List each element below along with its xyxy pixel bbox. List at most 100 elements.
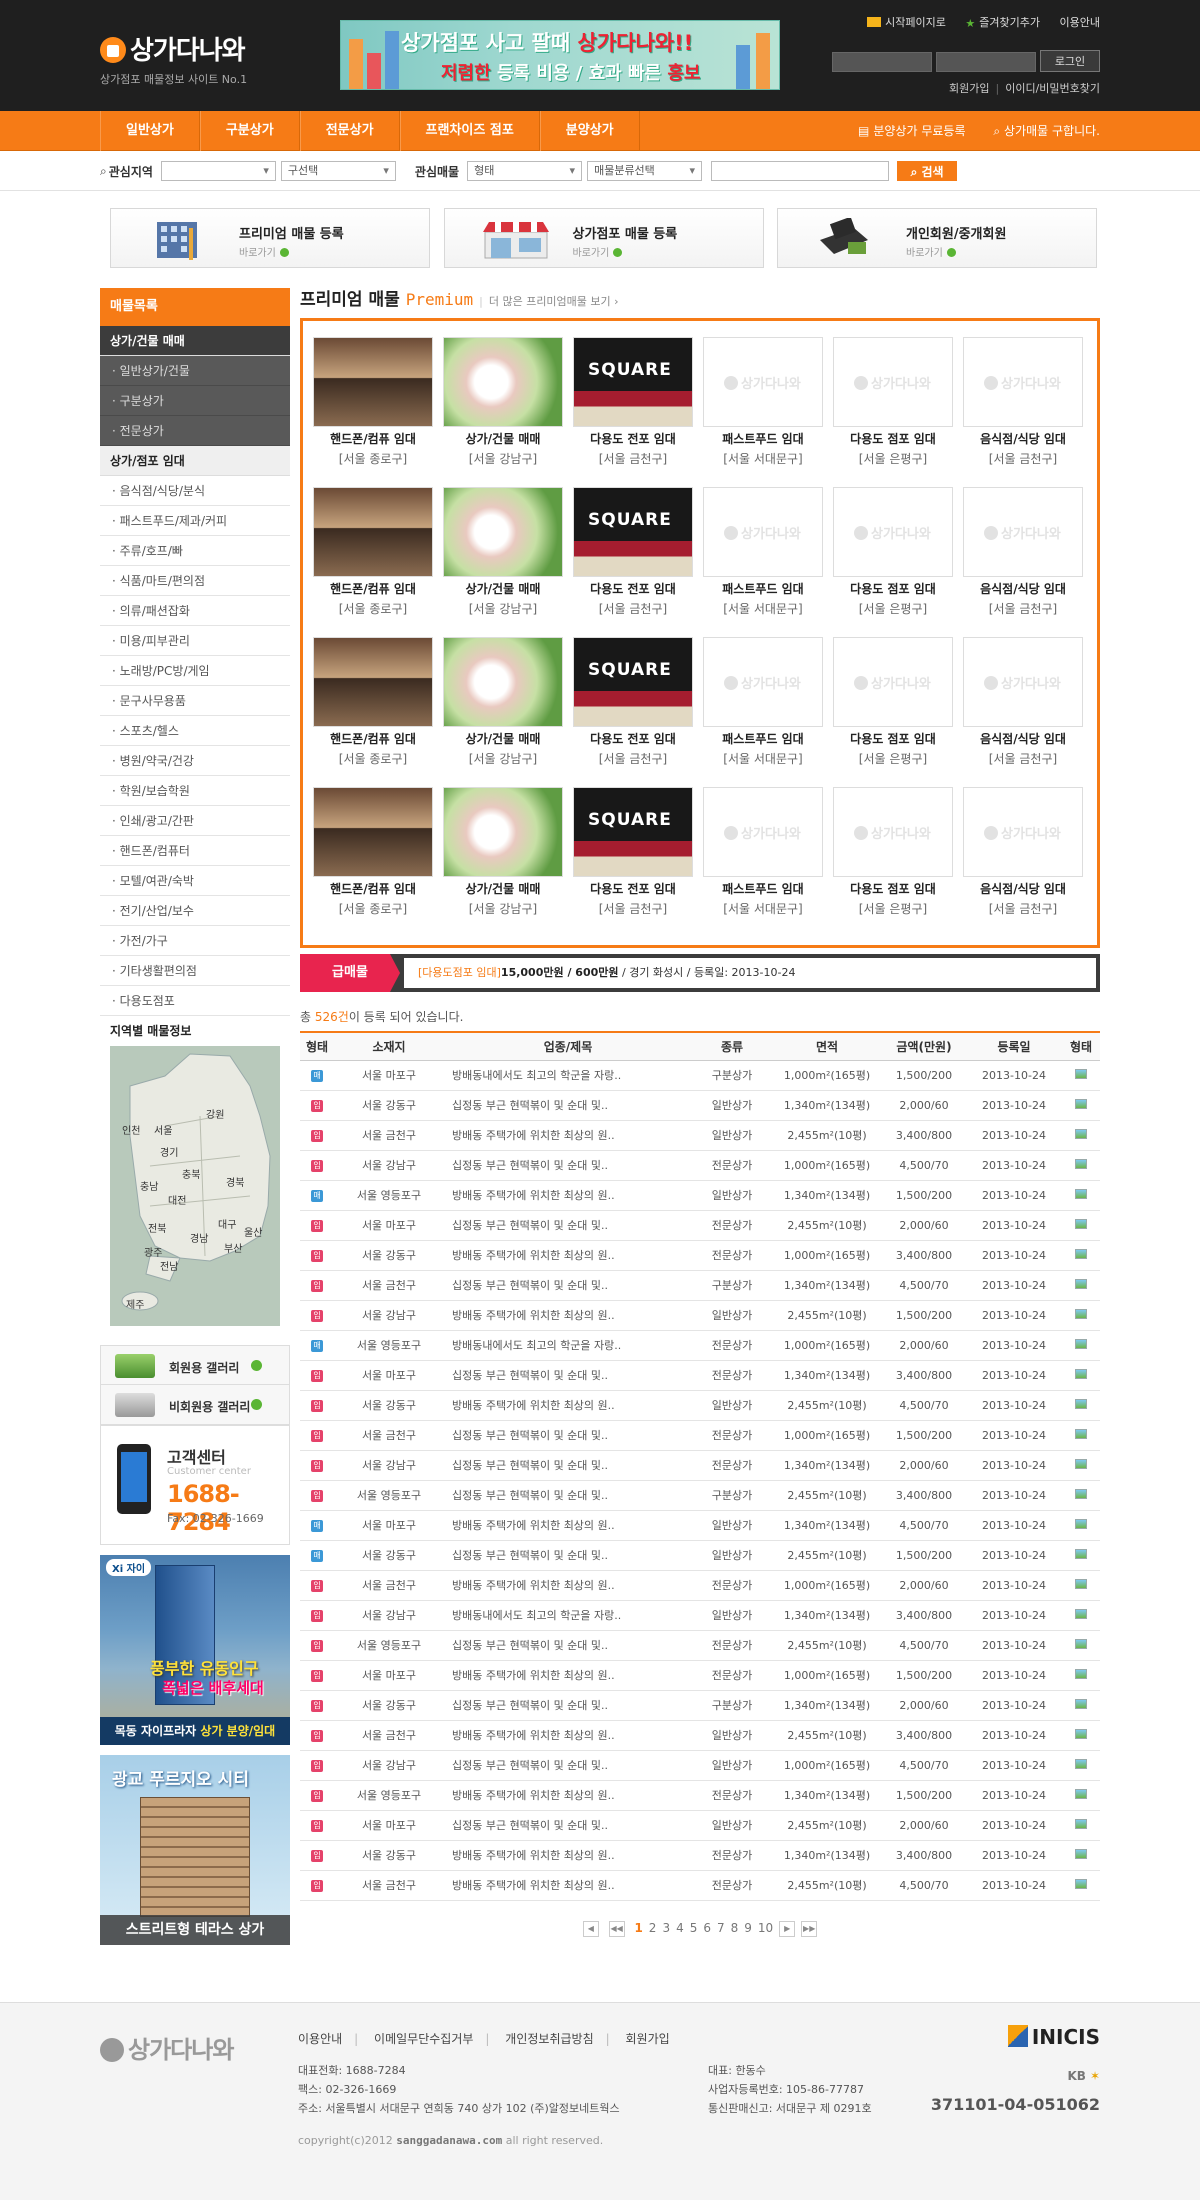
region-label[interactable]: 광주: [144, 1244, 162, 1259]
photo-icon[interactable]: [1075, 1488, 1087, 1499]
login-id-input[interactable]: [832, 52, 932, 72]
category-item[interactable]: · 주류/호프/빠: [100, 536, 290, 566]
premium-card[interactable]: 상가/건물 매매 [서울 강남구]: [443, 787, 563, 937]
region-label[interactable]: 전남: [160, 1258, 178, 1273]
table-row[interactable]: 임 서울 강남구 십정동 부근 현떡볶이 및 순대 및.. 전문상가 1,340m²(1…: [300, 1450, 1100, 1481]
title-cell[interactable]: 십정동 부근 현떡볶이 및 순대 및..: [444, 1270, 692, 1301]
table-row[interactable]: 임 서울 영등포구 방배동 주택가에 위치한 최상의 원.. 전문상가 1,340m²(…: [300, 1780, 1100, 1811]
first-page-button[interactable]: ◀: [582, 1920, 599, 1937]
photo-icon[interactable]: [1075, 1308, 1087, 1319]
photo-icon[interactable]: [1075, 1518, 1087, 1529]
region-label[interactable]: 울산: [244, 1224, 262, 1239]
premium-more-link[interactable]: 더 많은 프리미엄매물 보기 ›: [479, 295, 618, 308]
category-section-rent[interactable]: 상가/점포 임대: [100, 446, 290, 476]
member-gallery-link[interactable]: 회원용 갤러리: [100, 1345, 290, 1385]
category-select[interactable]: 매물분류선택: [587, 161, 703, 181]
photo-icon[interactable]: [1075, 1158, 1087, 1169]
table-row[interactable]: 매 서울 강동구 십정동 부근 현떡볶이 및 순대 및.. 일반상가 2,455m²(1…: [300, 1540, 1100, 1571]
title-cell[interactable]: 방배동 주택가에 위치한 최상의 원..: [444, 1780, 692, 1811]
table-row[interactable]: 임 서울 마포구 방배동 주택가에 위치한 최상의 원.. 전문상가 1,000m²(1…: [300, 1660, 1100, 1691]
guest-gallery-link[interactable]: 비회원용 갤러리: [100, 1385, 290, 1425]
title-cell[interactable]: 방배동내에서도 최고의 학군을 자랑..: [444, 1330, 692, 1361]
region-label[interactable]: 인천: [122, 1122, 140, 1137]
title-cell[interactable]: 십정동 부근 현떡볶이 및 순대 및..: [444, 1150, 692, 1181]
photo-icon[interactable]: [1075, 1548, 1087, 1559]
photo-icon[interactable]: [1075, 1098, 1087, 1109]
login-password-input[interactable]: [936, 52, 1036, 72]
region-label[interactable]: 충남: [140, 1178, 158, 1193]
table-row[interactable]: 임 서울 강동구 십정동 부근 현떡볶이 및 순대 및.. 구분상가 1,340m²(1…: [300, 1690, 1100, 1721]
member-box[interactable]: 개인회원/중개회원 바로가기: [777, 208, 1097, 268]
find-id-link[interactable]: 이이디/비밀번호찾기: [1005, 82, 1100, 95]
title-cell[interactable]: 방배동 주택가에 위치한 최상의 원..: [444, 1300, 692, 1331]
table-row[interactable]: 매 서울 영등포구 방배동 주택가에 위치한 최상의 원.. 일반상가 1,340m²(…: [300, 1180, 1100, 1211]
region-map[interactable]: 강원 인천 서울 경기 충북 충남 대전 경북 전북 대구 울산 경남 부산 광…: [110, 1046, 280, 1326]
region-label[interactable]: 충북: [182, 1166, 200, 1181]
premium-card[interactable]: SQUARE 다용도 전포 임대 [서울 금천구]: [573, 337, 693, 487]
premium-card[interactable]: 상가/건물 매매 [서울 강남구]: [443, 487, 563, 637]
photo-icon[interactable]: [1075, 1698, 1087, 1709]
photo-icon[interactable]: [1075, 1338, 1087, 1349]
table-row[interactable]: 임 서울 마포구 십정동 부근 현떡볶이 및 순대 및.. 전문상가 2,455m²(1…: [300, 1210, 1100, 1241]
title-cell[interactable]: 십정동 부근 현떡볶이 및 순대 및..: [444, 1810, 692, 1841]
premium-card[interactable]: 상가다나와 다용도 점포 임대 [서울 은평구]: [833, 787, 953, 937]
category-item[interactable]: · 가전/가구: [100, 926, 290, 956]
premium-card[interactable]: SQUARE 다용도 전포 임대 [서울 금천구]: [573, 637, 693, 787]
title-cell[interactable]: 방배동내에서도 최고의 학군을 자랑..: [444, 1600, 692, 1631]
ad-banner-gwanggyo[interactable]: 광교 푸르지오 시티 스트리트형 테라스 상가: [100, 1755, 290, 1945]
photo-icon[interactable]: [1075, 1218, 1087, 1229]
category-section-sale[interactable]: 상가/건물 매매: [100, 326, 290, 356]
district-select[interactable]: 구선택: [280, 161, 396, 181]
premium-card[interactable]: 상가다나와 패스트푸드 임대 [서울 서대문구]: [703, 637, 823, 787]
page-number[interactable]: 8: [731, 1921, 739, 1935]
page-number[interactable]: 5: [690, 1921, 698, 1935]
join-link[interactable]: 회원가입: [949, 82, 989, 95]
category-item[interactable]: · 의류/패션잡화: [100, 596, 290, 626]
store-register-box[interactable]: 상가점포 매물 등록 바로가기: [443, 208, 764, 268]
photo-icon[interactable]: [1075, 1818, 1087, 1829]
table-row[interactable]: 임 서울 금천구 방배동 주택가에 위치한 최상의 원.. 전문상가 1,000m²(1…: [300, 1570, 1100, 1601]
region-label[interactable]: 경기: [160, 1144, 178, 1159]
region-label[interactable]: 대구: [218, 1216, 236, 1231]
table-row[interactable]: 임 서울 강동구 십정동 부근 현떡볶이 및 순대 및.. 일반상가 1,340m²(1…: [300, 1090, 1100, 1121]
category-item[interactable]: · 기타생활편의점: [100, 956, 290, 986]
table-row[interactable]: 임 서울 영등포구 십정동 부근 현떡볶이 및 순대 및.. 구분상가 2,455m²(…: [300, 1480, 1100, 1511]
footer-link-guide[interactable]: 이용안내: [298, 2032, 342, 2046]
category-item[interactable]: · 다용도점포: [100, 986, 290, 1016]
table-row[interactable]: 임 서울 영등포구 십정동 부근 현떡볶이 및 순대 및.. 전문상가 2,455m²(…: [300, 1630, 1100, 1661]
page-number[interactable]: 9: [744, 1921, 752, 1935]
site-logo[interactable]: 상가다나와 상가점포 매물정보 사이트 No.1: [100, 30, 247, 87]
nav-item-general[interactable]: 일반상가: [100, 111, 200, 151]
category-item[interactable]: · 노래방/PC방/게임: [100, 656, 290, 686]
ad-banner-xi[interactable]: Xi 자이 풍부한 유동인구 폭넓은 배후세대 목동 자이프라자 상가 분양/임…: [100, 1555, 290, 1745]
prev-page-button[interactable]: ◀◀: [608, 1920, 625, 1937]
photo-icon[interactable]: [1075, 1458, 1087, 1469]
premium-card[interactable]: 상가다나와 음식점/식당 임대 [서울 금천구]: [963, 337, 1083, 487]
table-row[interactable]: 임 서울 강동구 방배동 주택가에 위치한 최상의 원.. 전문상가 1,000m²(1…: [300, 1240, 1100, 1271]
photo-icon[interactable]: [1075, 1248, 1087, 1259]
category-item[interactable]: · 학원/보습학원: [100, 776, 290, 806]
table-row[interactable]: 임 서울 강남구 방배동 주택가에 위치한 최상의 원.. 일반상가 2,455m²(1…: [300, 1300, 1100, 1331]
table-row[interactable]: 임 서울 강남구 십정동 부근 현떡볶이 및 순대 및.. 일반상가 1,000m²(1…: [300, 1750, 1100, 1781]
title-cell[interactable]: 방배동내에서도 최고의 학군을 자랑..: [444, 1060, 692, 1091]
premium-card[interactable]: 상가다나와 음식점/식당 임대 [서울 금천구]: [963, 637, 1083, 787]
search-button[interactable]: ⌕ 검색: [897, 161, 958, 181]
title-cell[interactable]: 십정동 부근 현떡볶이 및 순대 및..: [444, 1210, 692, 1241]
region-label[interactable]: 서울: [154, 1122, 172, 1137]
footer-link-join[interactable]: 회원가입: [626, 2032, 670, 2046]
category-item[interactable]: · 스포츠/헬스: [100, 716, 290, 746]
premium-card[interactable]: 핸드폰/컴퓨 임대 [서울 종로구]: [313, 337, 433, 487]
table-row[interactable]: 임 서울 금천구 방배동 주택가에 위치한 최상의 원.. 일반상가 2,455m²(1…: [300, 1120, 1100, 1151]
region-label[interactable]: 대전: [168, 1192, 186, 1207]
title-cell[interactable]: 방배동 주택가에 위치한 최상의 원..: [444, 1240, 692, 1271]
premium-card[interactable]: SQUARE 다용도 전포 임대 [서울 금천구]: [573, 787, 693, 937]
table-row[interactable]: 임 서울 강동구 방배동 주택가에 위치한 최상의 원.. 일반상가 2,455m²(1…: [300, 1390, 1100, 1421]
premium-card[interactable]: 상가다나와 다용도 점포 임대 [서울 은평구]: [833, 337, 953, 487]
premium-card[interactable]: 상가다나와 패스트푸드 임대 [서울 서대문구]: [703, 337, 823, 487]
region-label[interactable]: 전북: [148, 1220, 166, 1235]
page-number[interactable]: 7: [717, 1921, 725, 1935]
premium-card[interactable]: 핸드폰/컴퓨 임대 [서울 종로구]: [313, 787, 433, 937]
nav-item-franchise[interactable]: 프랜차이즈 점포: [399, 111, 540, 151]
footer-link-email[interactable]: 이메일무단수집거부: [374, 2032, 473, 2046]
title-cell[interactable]: 십정동 부근 현떡볶이 및 순대 및..: [444, 1690, 692, 1721]
